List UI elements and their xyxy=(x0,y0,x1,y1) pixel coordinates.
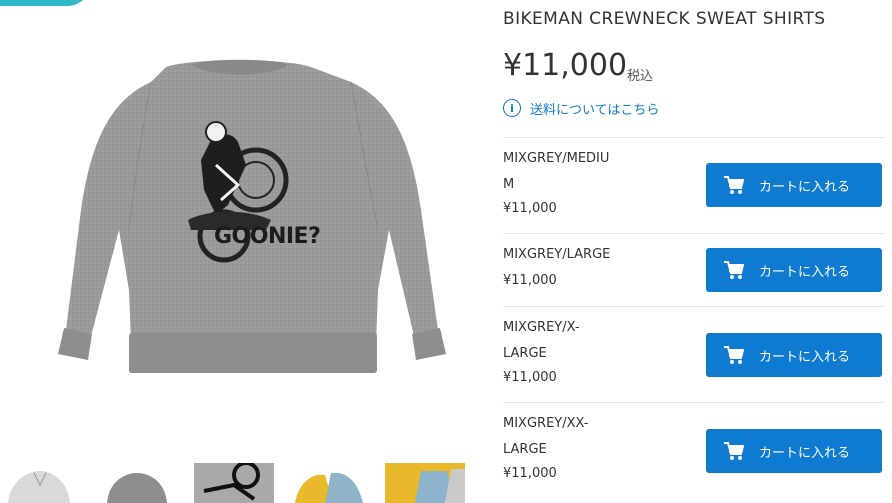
add-to-cart-label: カートに入れる xyxy=(759,349,851,365)
add-to-cart-label: カートに入れる xyxy=(759,264,851,280)
variant-row: MIXGREY/MEDIU M ¥11,000 カートに入れる xyxy=(503,137,884,233)
cart-icon xyxy=(724,346,745,364)
cart-icon xyxy=(724,442,745,460)
tax-label: 税込 xyxy=(627,69,654,84)
variant-price: ¥11,000 xyxy=(503,370,557,385)
product-info: BIKEMAN CREWNECK SWEAT SHIRTS ¥11,000 税込… xyxy=(503,0,884,503)
shipping-info-link[interactable]: i 送料についてはこちら xyxy=(503,96,659,120)
variant-price: ¥11,000 xyxy=(503,273,557,288)
cart-icon xyxy=(724,261,745,279)
variant-row: MIXGREY/X- LARGE ¥11,000 カートに入れる xyxy=(503,306,884,402)
thumbnail-1[interactable] xyxy=(0,463,80,503)
product-title: BIKEMAN CREWNECK SWEAT SHIRTS xyxy=(503,9,826,29)
add-to-cart-button[interactable]: カートに入れる xyxy=(706,248,882,292)
add-to-cart-label: カートに入れる xyxy=(759,445,851,461)
print-text: GOONIE? xyxy=(214,224,321,249)
cart-icon xyxy=(724,176,745,194)
thumbnail-2[interactable] xyxy=(97,463,177,503)
variant-row: MIXGREY/LARGE ¥11,000 カートに入れる xyxy=(503,233,884,306)
product-price: ¥11,000 xyxy=(503,48,628,83)
thumbnail-strip xyxy=(0,463,470,503)
product-main-image[interactable]: GOONIE? xyxy=(16,40,464,420)
variant-price: ¥11,000 xyxy=(503,201,557,216)
add-to-cart-button[interactable]: カートに入れる xyxy=(706,333,882,377)
variant-price: ¥11,000 xyxy=(503,466,557,481)
thumbnail-5[interactable] xyxy=(385,463,465,503)
variant-name: MIXGREY/LARGE xyxy=(503,247,611,262)
variant-name: MIXGREY/MEDIU M xyxy=(503,151,610,192)
info-icon: i xyxy=(503,99,521,117)
variant-name: MIXGREY/X- LARGE xyxy=(503,320,580,361)
product-gallery: GOONIE? xyxy=(0,0,470,503)
add-to-cart-button[interactable]: カートに入れる xyxy=(706,163,882,207)
thumbnail-4[interactable] xyxy=(291,463,371,503)
variant-name: MIXGREY/XX- LARGE xyxy=(503,416,589,457)
variant-row: MIXGREY/XX- LARGE ¥11,000 カートに入れる xyxy=(503,402,884,503)
add-to-cart-button[interactable]: カートに入れる xyxy=(706,429,882,473)
thumbnail-3[interactable] xyxy=(194,463,274,503)
add-to-cart-label: カートに入れる xyxy=(759,179,851,195)
shipping-link-label: 送料についてはこちら xyxy=(530,102,660,118)
